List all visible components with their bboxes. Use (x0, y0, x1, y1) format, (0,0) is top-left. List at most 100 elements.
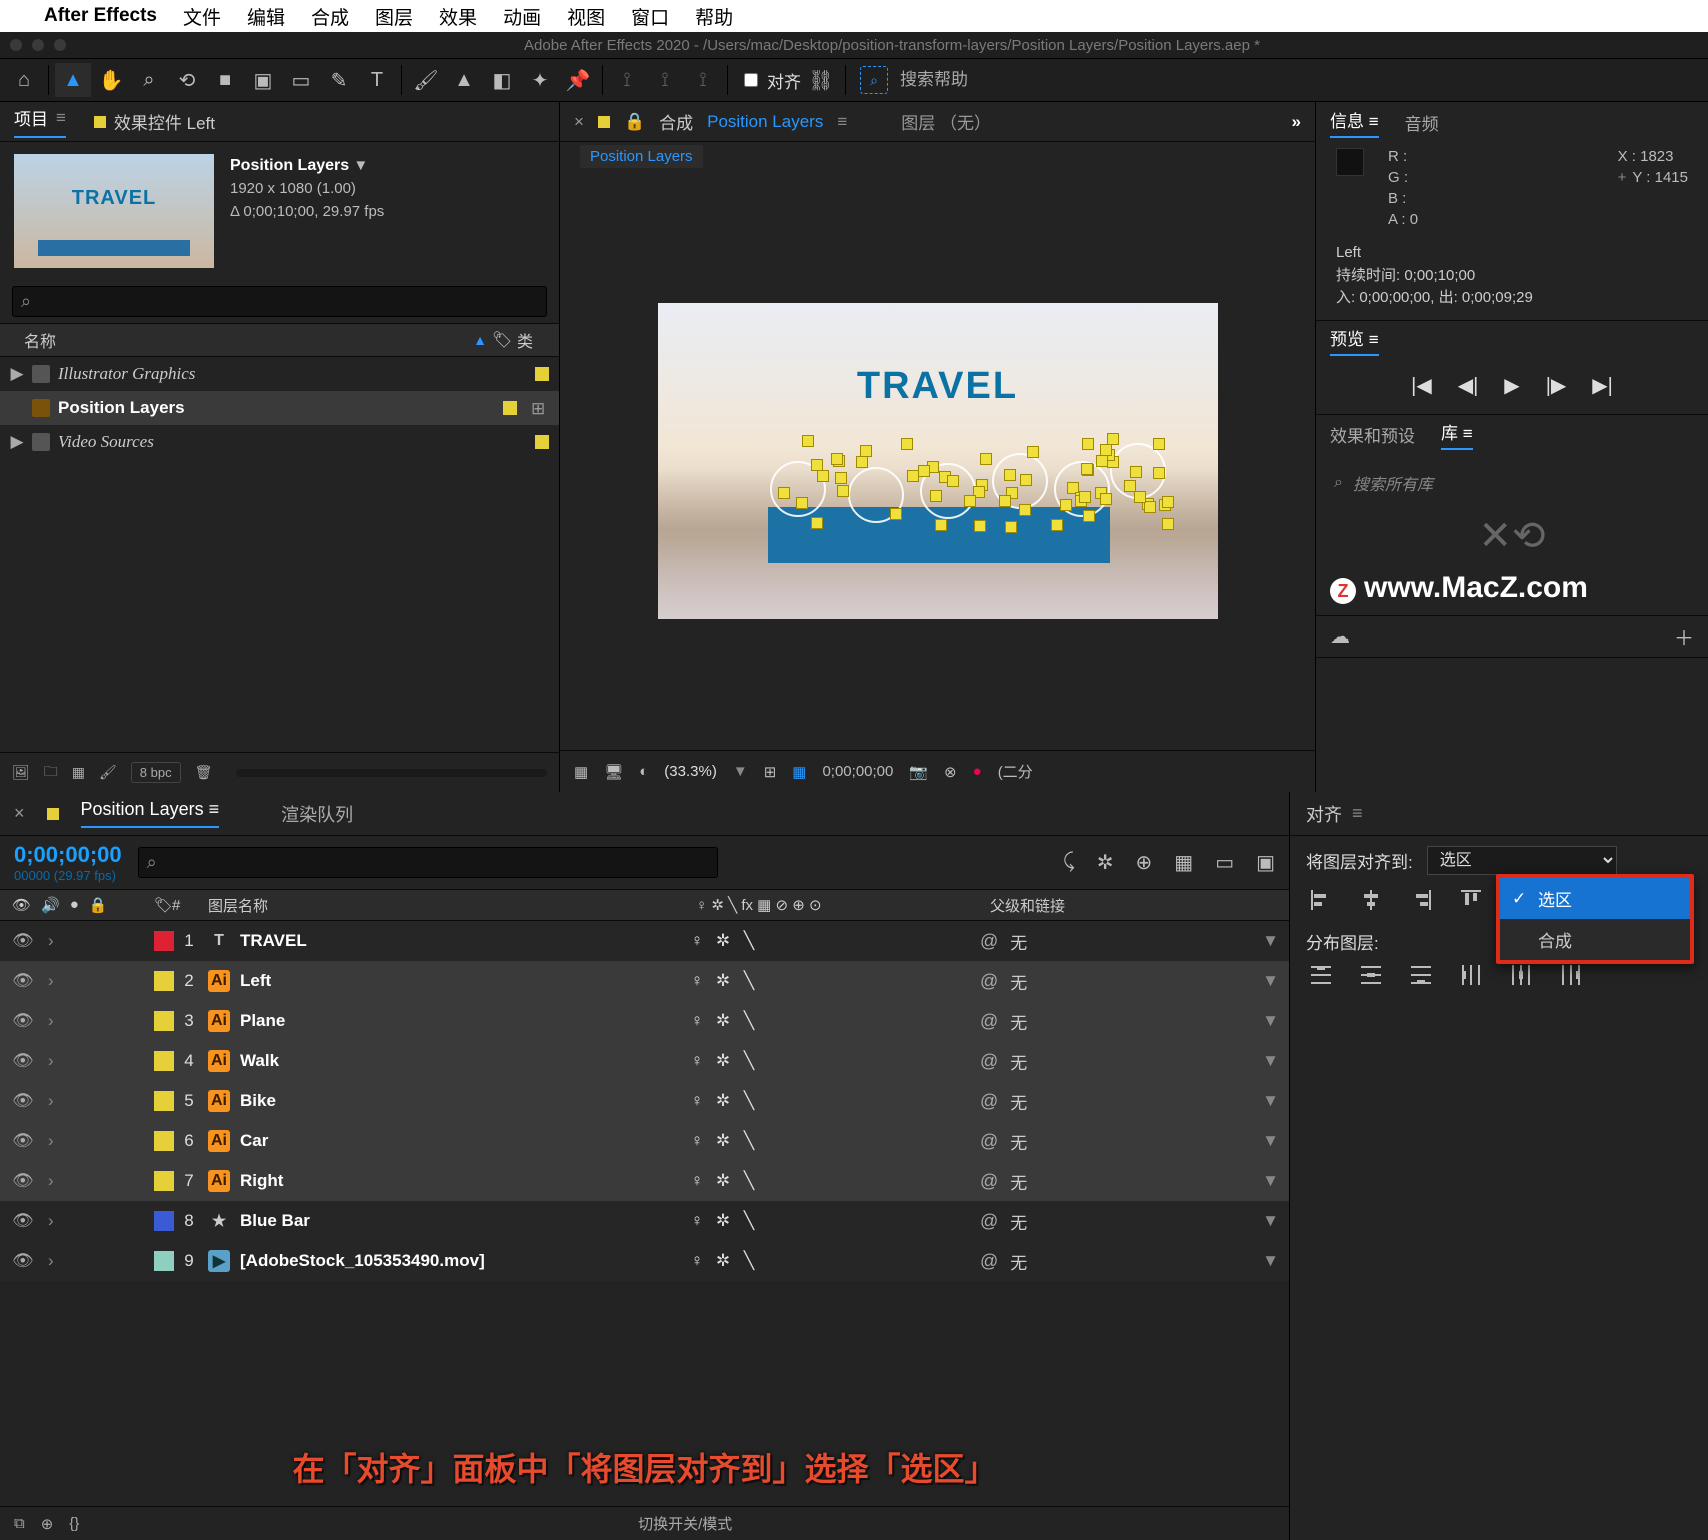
visibility-icon[interactable]: 👁 (12, 931, 30, 951)
selection-handle[interactable] (1162, 518, 1174, 530)
graph-icon[interactable]: ▣ (1256, 850, 1275, 875)
align-to-dropdown[interactable]: ✓选区 合成 (1496, 874, 1694, 964)
menu-layer[interactable]: 图层 (375, 3, 413, 30)
visibility-icon[interactable]: 👁 (12, 1091, 30, 1111)
timeline-layer-row[interactable]: 👁›8★Blue Bar♀✲╲ @无▼ (0, 1201, 1289, 1241)
selection-handle[interactable] (901, 438, 913, 450)
selection-handle[interactable] (1100, 493, 1112, 505)
twirl-icon[interactable]: › (48, 1211, 54, 1231)
layer-name[interactable]: TRAVEL (240, 931, 307, 951)
snap-checkbox[interactable]: 对齐 (740, 68, 801, 93)
project-column-header[interactable]: 名称 ▲ 🏷 类 (0, 323, 559, 357)
label-color[interactable] (154, 1051, 174, 1071)
timeline-column-header[interactable]: 👁🔊●🔒 🏷 # 图层名称 ♀ ✲ ╲ fx ▦ ⊘ ⊕ ⊙ 父级和链接 (0, 889, 1289, 921)
layer-name[interactable]: Walk (240, 1051, 279, 1071)
comp-thumbnail[interactable]: TRAVEL (14, 154, 214, 268)
selection-handle[interactable] (999, 495, 1011, 507)
twirl-icon[interactable]: › (48, 1051, 54, 1071)
selection-handle[interactable] (980, 453, 992, 465)
menu-animation[interactable]: 动画 (503, 3, 541, 30)
motion-blur-icon[interactable]: ⊕ (1136, 850, 1153, 875)
selection-handle[interactable] (796, 497, 808, 509)
selection-handle[interactable] (1079, 491, 1091, 503)
pickwhip-icon[interactable]: @ (980, 1171, 998, 1192)
label-swatch-icon[interactable] (535, 367, 549, 381)
frame-blend-icon[interactable]: ▦ (1174, 850, 1193, 875)
layer-name[interactable]: Plane (240, 1011, 285, 1031)
close-tab-icon[interactable]: × (574, 112, 584, 132)
new-comp-icon[interactable]: ▦ (72, 764, 85, 781)
3d-icon[interactable]: ▭ (1215, 850, 1234, 875)
label-color[interactable] (154, 1091, 174, 1111)
selection-tool[interactable]: ▲ (55, 63, 91, 97)
add-icon[interactable]: ＋ (1674, 622, 1694, 651)
comp-breadcrumb[interactable]: Position Layers (580, 145, 703, 168)
selection-handle[interactable] (1060, 499, 1072, 511)
selection-handle[interactable] (811, 459, 823, 471)
selection-handle[interactable] (1082, 438, 1094, 450)
eraser-tool[interactable]: ◧ (484, 63, 520, 97)
zoom-dropdown[interactable]: (33.3%) (664, 763, 717, 780)
label-color[interactable] (154, 1211, 174, 1231)
timeline-layer-row[interactable]: 👁›6AiCar♀✲╲ @无▼ (0, 1121, 1289, 1161)
toggle-switches-modes[interactable]: 切换开关/模式 (95, 1513, 1275, 1534)
tab-project[interactable]: 项目≡ (14, 105, 66, 138)
axis-tool-1[interactable]: ⟟ (609, 63, 645, 97)
tab-preview[interactable]: 预览 ≡ (1330, 325, 1379, 356)
resolution-dropdown[interactable]: (二分 (998, 761, 1033, 782)
selection-handle[interactable] (1083, 510, 1095, 522)
twirl-icon[interactable]: › (48, 931, 54, 951)
selection-handle[interactable] (817, 470, 829, 482)
distribute-top-icon[interactable] (1306, 960, 1336, 990)
timeline-layer-row[interactable]: 👁›2AiLeft♀✲╲ @无▼ (0, 961, 1289, 1001)
toggle-1-icon[interactable]: ⧉ (14, 1515, 25, 1532)
selection-handle[interactable] (1019, 504, 1031, 516)
twirl-icon[interactable]: › (48, 971, 54, 991)
tab-effect-controls[interactable]: 效果控件 Left (94, 109, 215, 134)
new-folder-icon[interactable]: 🗀 (44, 761, 58, 785)
search-help-icon[interactable]: ⌕ (860, 66, 888, 94)
lock-icon[interactable]: 🔒 (624, 112, 645, 132)
selection-handle[interactable] (1153, 467, 1165, 479)
distribute-left-icon[interactable] (1456, 960, 1486, 990)
distribute-bottom-icon[interactable] (1406, 960, 1436, 990)
pickwhip-icon[interactable]: @ (980, 1211, 998, 1232)
visibility-icon[interactable]: 👁 (12, 971, 30, 991)
parent-dropdown[interactable]: 无 (1010, 1009, 1027, 1034)
pickwhip-icon[interactable]: @ (980, 971, 998, 992)
project-item-folder[interactable]: ▶ Illustrator Graphics (0, 357, 559, 391)
color-depth-icon[interactable]: 🖌 (99, 764, 117, 781)
pickwhip-icon[interactable]: @ (980, 1051, 998, 1072)
visibility-icon[interactable]: 👁 (12, 1051, 30, 1071)
layer-name[interactable]: Right (240, 1171, 283, 1191)
tab-audio[interactable]: 音频 (1405, 110, 1439, 135)
distribute-vcenter-icon[interactable] (1356, 960, 1386, 990)
anchor-tool[interactable]: ▣ (245, 63, 281, 97)
timeline-layer-row[interactable]: 👁›4AiWalk♀✲╲ @无▼ (0, 1041, 1289, 1081)
interpret-icon[interactable]: 🖼 (12, 764, 30, 781)
selection-handle[interactable] (1153, 438, 1165, 450)
selection-handle[interactable] (935, 519, 947, 531)
more-tabs-icon[interactable]: » (1292, 112, 1301, 132)
tab-align[interactable]: 对齐 (1306, 801, 1342, 827)
selection-handle[interactable] (1051, 519, 1063, 531)
next-frame-icon[interactable]: |▶ (1546, 373, 1567, 398)
parent-dropdown[interactable]: 无 (1010, 1209, 1027, 1234)
parent-dropdown[interactable]: 无 (1010, 1089, 1027, 1114)
menu-window[interactable]: 窗口 (631, 3, 669, 30)
tab-libraries[interactable]: 库 ≡ (1441, 419, 1473, 450)
lib-search[interactable]: ⌕ 搜索所有库 (1330, 465, 1694, 501)
twirl-icon[interactable]: › (48, 1171, 54, 1191)
label-swatch-icon[interactable] (503, 401, 517, 415)
selection-handle[interactable] (1081, 463, 1093, 475)
timeline-search[interactable]: ⌕ (138, 847, 718, 878)
mask-icon[interactable]: ◐ (639, 763, 648, 780)
label-color[interactable] (154, 1171, 174, 1191)
app-name[interactable]: After Effects (44, 5, 157, 27)
search-help-input[interactable] (898, 69, 1058, 91)
selection-handle[interactable] (1130, 466, 1142, 478)
parent-dropdown[interactable]: 无 (1010, 1049, 1027, 1074)
minimize-button[interactable] (32, 39, 44, 51)
selection-handle[interactable] (1027, 446, 1039, 458)
brush-tool[interactable]: 🖌 (408, 63, 444, 97)
